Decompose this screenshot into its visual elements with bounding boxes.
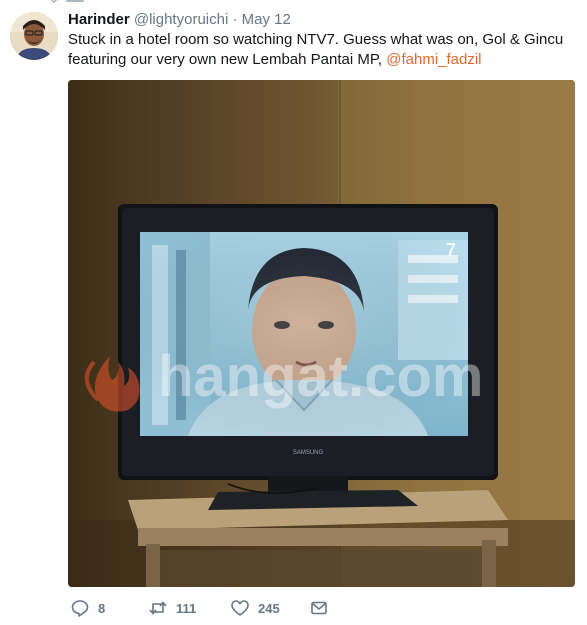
svg-text:hangat.com: hangat.com: [158, 344, 484, 409]
heart-icon: [231, 600, 249, 616]
direct-message-button[interactable]: [309, 596, 329, 620]
tweet-photo[interactable]: 7 SAMSUNG hangat.com: [68, 80, 575, 587]
like-count: 245: [258, 600, 280, 616]
display-name[interactable]: Harinder: [68, 11, 130, 28]
svg-text:7: 7: [446, 240, 456, 260]
avatar[interactable]: [10, 12, 58, 60]
tweet-actions: 8 111 245: [68, 596, 568, 620]
previous-tweet-stub: [0, 0, 587, 6]
reply-button[interactable]: 8: [70, 596, 105, 620]
like-button[interactable]: 245: [230, 596, 280, 620]
tweet-date[interactable]: May 12: [242, 11, 291, 28]
reply-count: 8: [98, 600, 106, 616]
retweet-icon: [149, 601, 167, 615]
reply-icon: [71, 600, 89, 617]
retweet-count: 111: [176, 600, 197, 616]
tv-brand-logo: SAMSUNG: [293, 450, 324, 456]
envelope-icon: [311, 601, 327, 615]
mention-link[interactable]: @fahmi_fadzil: [386, 51, 481, 68]
retweet-stub-icon: [50, 0, 58, 3]
user-handle[interactable]: @lightyoruichi: [134, 11, 228, 28]
tweet-text: Stuck in a hotel room so watching NTV7. …: [68, 30, 578, 70]
separator-dot: ·: [232, 11, 238, 28]
retweet-button[interactable]: 111: [148, 596, 196, 620]
stub-line: [66, 0, 84, 2]
tweet-header: Harinder @lightyoruichi · May 12: [68, 10, 291, 30]
tweet-body: Stuck in a hotel room so watching NTV7. …: [68, 31, 564, 68]
